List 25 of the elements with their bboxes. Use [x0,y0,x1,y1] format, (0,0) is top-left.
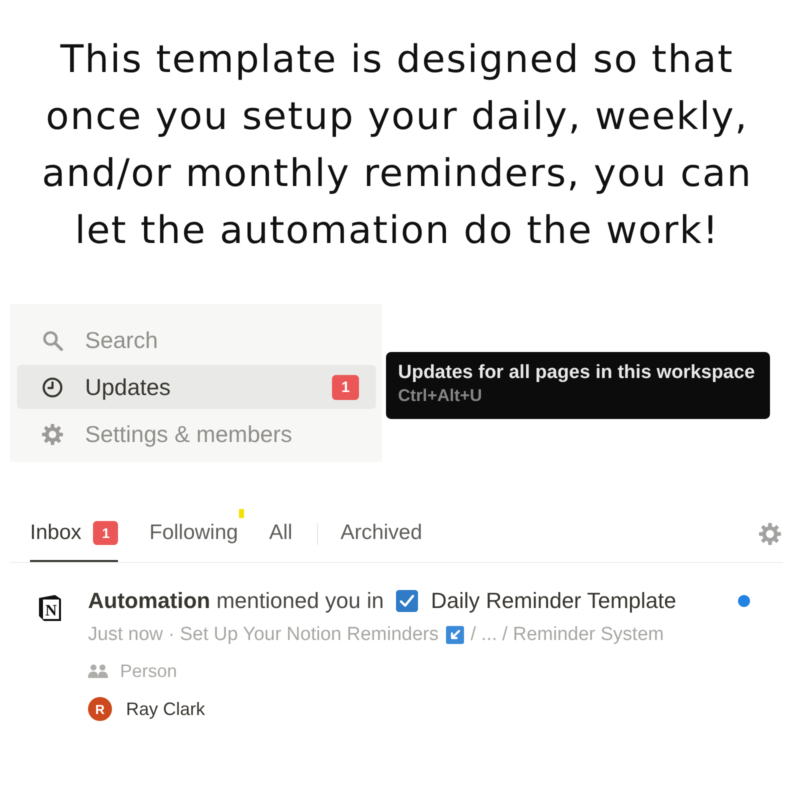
inbox-tab[interactable]: Following [149,505,238,562]
property-label: Person [120,660,178,682]
people-icon [88,664,108,678]
search-icon [42,330,63,350]
logo-icon: N [38,594,62,622]
page-link[interactable]: Daily Reminder Template [430,588,676,614]
inbox-tab[interactable]: Archived [340,505,422,562]
tooltip-title: Updates for all pages in this workspace [398,361,756,385]
clock-icon [42,376,63,398]
notification-meta: Just now · Set Up Your Notion Reminders [88,624,439,646]
avatar: R [88,697,112,721]
marker-icon [239,509,244,518]
gear-icon [42,424,63,444]
inbox-tab[interactable]: Inbox 1 [30,505,118,562]
settings-icon[interactable] [759,522,781,544]
count-badge: 1 [93,520,118,544]
breadcrumb-path: / ... / Reminder System [470,624,664,646]
keyboard-shortcut: Ctrl+Alt+U [398,385,484,407]
headline-text: This template is designed so that once you setup your daily, weekly, and/or monthly reminders, you can let the automation do the work! [40,36,754,254]
inbox-tab[interactable]: All [269,505,292,562]
sidebar-item[interactable]: Updates 1 [17,365,376,409]
notification-text: Automation mentioned you in [88,588,384,614]
checkbox-icon [396,590,418,612]
count-badge: 1 [332,374,359,400]
person-name: Ray Clark [126,698,206,720]
